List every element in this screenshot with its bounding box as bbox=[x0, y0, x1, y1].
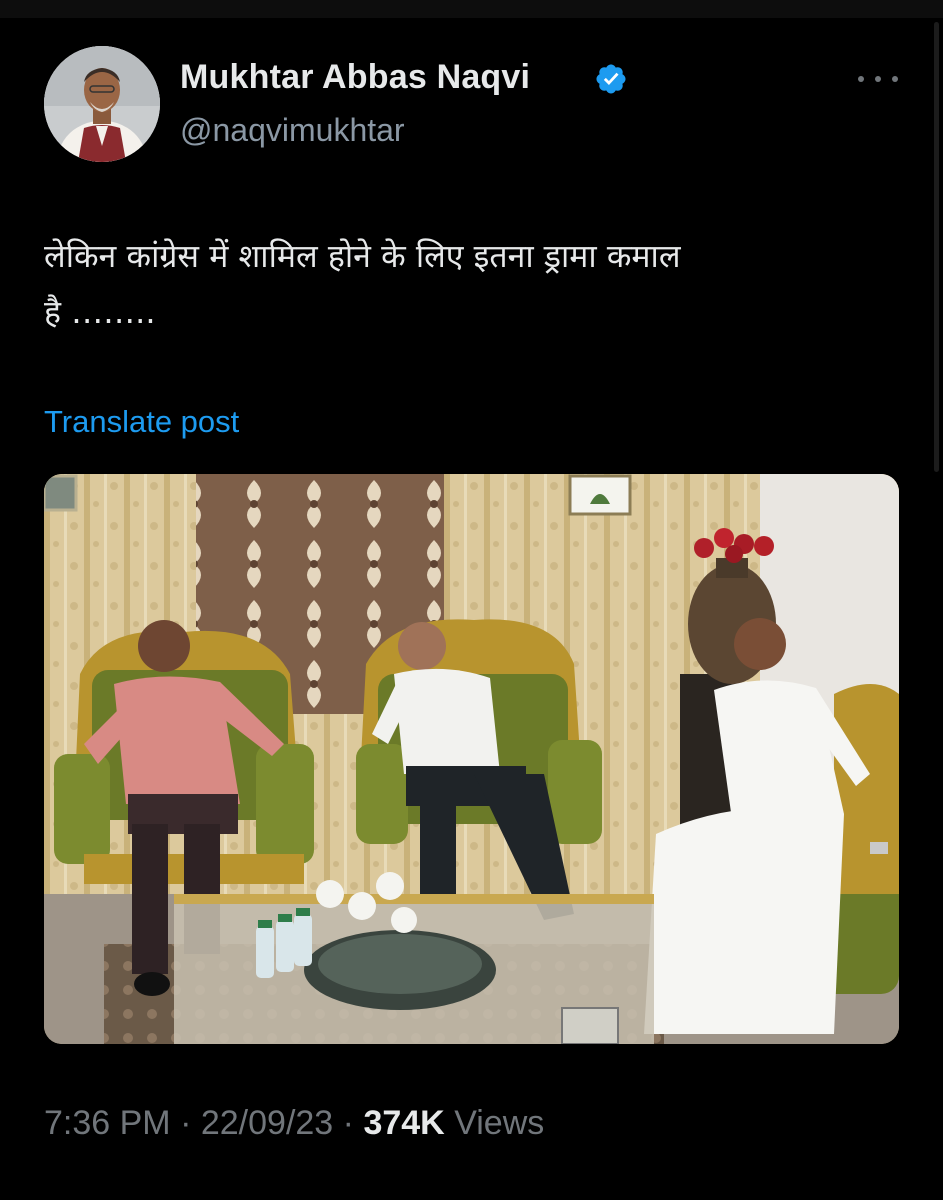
avatar-photo bbox=[44, 46, 160, 162]
author-name[interactable]: Mukhtar Abbas Naqvi bbox=[180, 58, 530, 97]
post-text: लेकिन कांग्रेस में शामिल होने के लिए इतन… bbox=[44, 228, 904, 340]
post-text-line: है …….. bbox=[44, 293, 156, 331]
more-options-icon[interactable] bbox=[858, 70, 898, 88]
tweet-detail-screen: Mukhtar Abbas Naqvi @naqvimukhtar लेकिन … bbox=[0, 0, 943, 1200]
scrollbar[interactable] bbox=[934, 22, 939, 472]
verified-badge-icon bbox=[596, 64, 626, 94]
post-date[interactable]: 22/09/23 bbox=[201, 1104, 333, 1142]
more-dot bbox=[858, 76, 864, 82]
post-photo bbox=[44, 474, 899, 1044]
avatar[interactable] bbox=[44, 46, 160, 162]
views-label: Views bbox=[454, 1104, 545, 1142]
more-dot bbox=[892, 76, 898, 82]
post-image[interactable] bbox=[44, 474, 899, 1044]
meta-separator: · bbox=[342, 1104, 354, 1142]
translate-post-link[interactable]: Translate post bbox=[44, 404, 239, 440]
post-meta: 7:36 PM · 22/09/23 · 374K Views bbox=[44, 1104, 544, 1143]
status-bar bbox=[0, 0, 943, 18]
more-dot bbox=[875, 76, 881, 82]
post-text-line: लेकिन कांग्रेस में शामिल होने के लिए इतन… bbox=[44, 237, 681, 275]
post-time[interactable]: 7:36 PM bbox=[44, 1104, 171, 1142]
author-handle[interactable]: @naqvimukhtar bbox=[180, 112, 405, 149]
views-count: 374K bbox=[363, 1104, 445, 1142]
meta-separator: · bbox=[180, 1104, 192, 1142]
